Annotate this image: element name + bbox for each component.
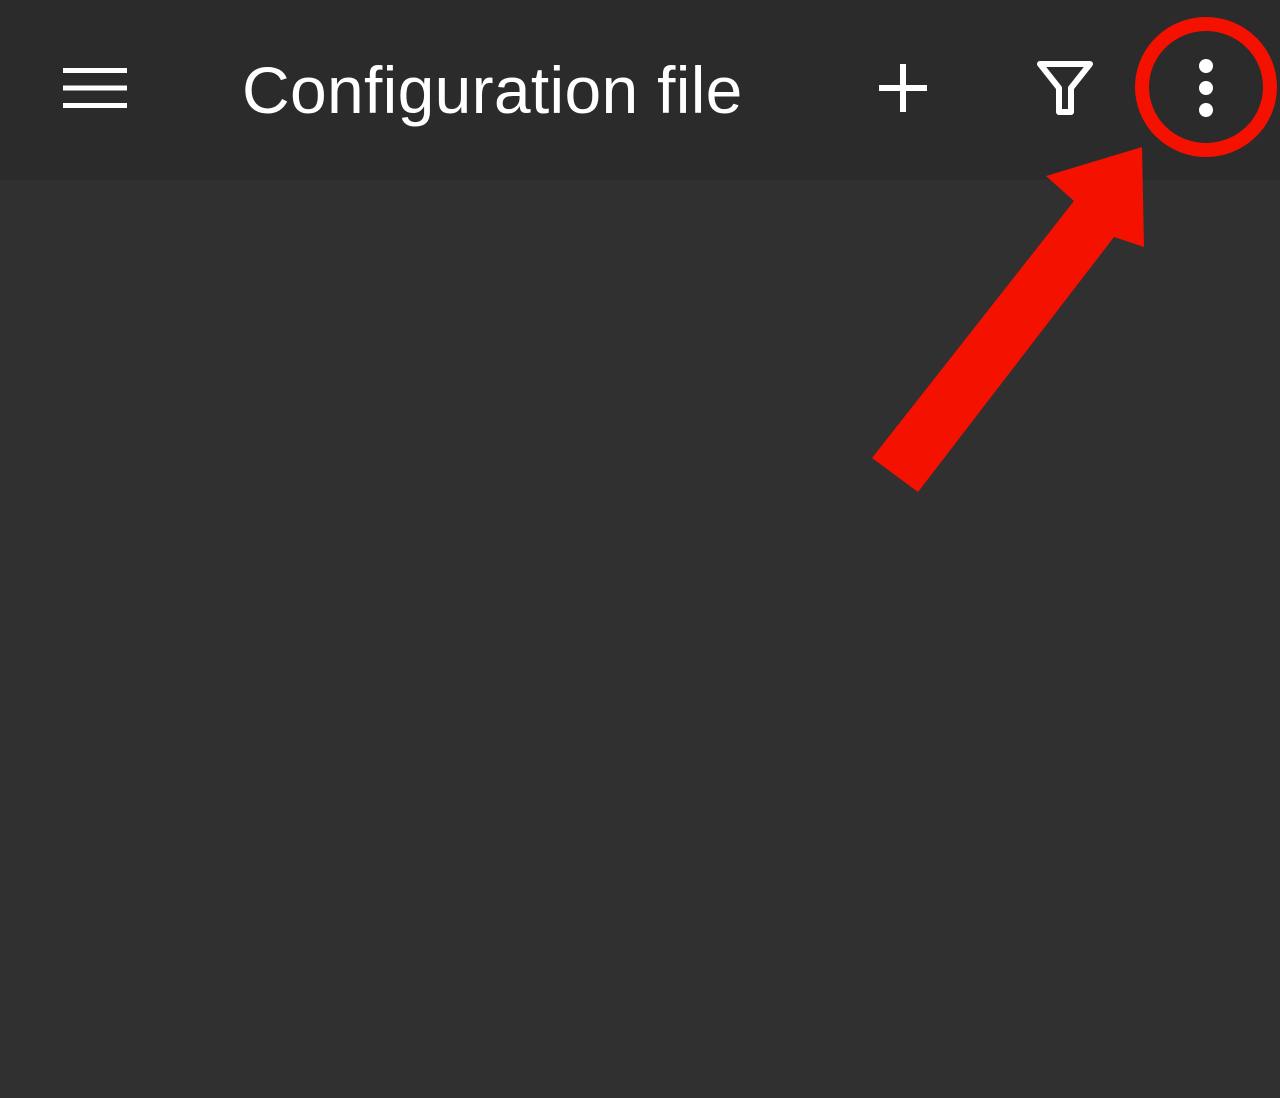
page-title: Configuration file — [242, 53, 743, 127]
more-options-button[interactable] — [1164, 40, 1248, 136]
menu-button[interactable] — [40, 40, 150, 136]
filter-button[interactable] — [1014, 40, 1116, 136]
more-vertical-icon — [1199, 59, 1213, 117]
filter-icon — [1037, 61, 1093, 115]
top-app-bar: Configuration file — [0, 0, 1280, 180]
plus-icon — [879, 64, 927, 112]
app-screen: Configuration file — [0, 0, 1280, 1098]
add-button[interactable] — [852, 40, 954, 136]
content-area — [0, 180, 1280, 1098]
hamburger-menu-icon — [63, 68, 127, 108]
